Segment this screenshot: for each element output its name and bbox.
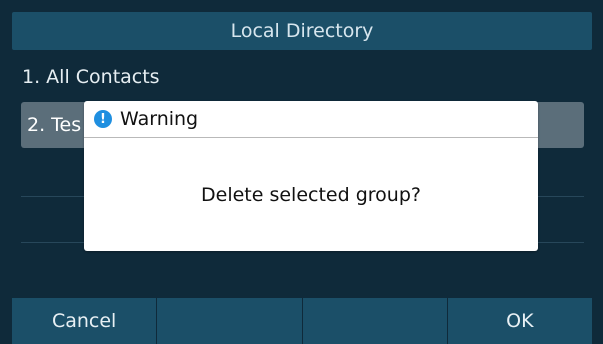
cancel-button[interactable]: Cancel [12, 298, 158, 344]
ok-button[interactable]: OK [448, 298, 592, 344]
list-item-label: 1. All Contacts [22, 66, 160, 88]
screen-title: Local Directory [230, 20, 374, 42]
list-item-label: 2. Tes [27, 114, 82, 136]
screen-title-bar: Local Directory [12, 12, 592, 50]
phone-screen: Local Directory 1. All Contacts 2. Tes !… [0, 0, 603, 344]
warning-dialog: ! Warning Delete selected group? [84, 101, 538, 251]
list-item-all-contacts[interactable]: 1. All Contacts [12, 56, 592, 98]
dialog-message: Delete selected group? [201, 183, 421, 206]
dialog-title: Warning [120, 108, 199, 130]
info-icon: ! [94, 110, 112, 128]
dialog-header: ! Warning [84, 101, 538, 138]
softkey-2[interactable] [157, 298, 303, 344]
softkey-bar: Cancel OK [12, 298, 592, 344]
softkey-3[interactable] [303, 298, 448, 344]
